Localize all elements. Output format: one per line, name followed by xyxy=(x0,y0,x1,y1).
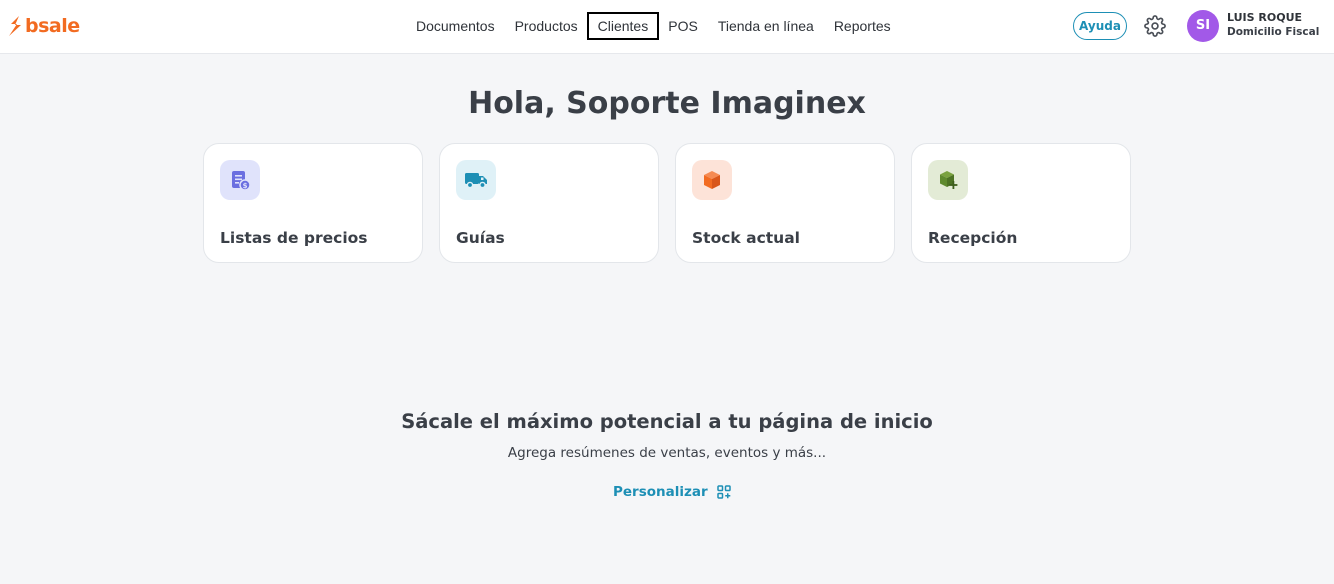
personalize-link[interactable]: Personalizar xyxy=(613,482,731,502)
bsale-logo[interactable]: bsale xyxy=(7,13,80,39)
user-name: LUIS ROQUE xyxy=(1227,11,1303,24)
promo-title: Sácale el máximo potencial a tu página d… xyxy=(401,410,933,433)
main-nav: Documentos Productos Clientes POS Tienda… xyxy=(406,12,901,40)
box-icon xyxy=(692,160,732,200)
user-avatar[interactable]: SI xyxy=(1187,10,1219,42)
shortcut-cards: $ Listas de precios Guías Stock actual R… xyxy=(203,143,1131,263)
bsale-bolt-icon xyxy=(9,16,21,36)
shortcut-label: Listas de precios xyxy=(220,229,368,247)
gear-icon[interactable] xyxy=(1144,15,1166,37)
nav-clientes[interactable]: Clientes xyxy=(586,12,660,40)
svg-text:$: $ xyxy=(243,182,248,190)
shortcut-card-guias[interactable]: Guías xyxy=(439,143,659,263)
nav-documentos[interactable]: Documentos xyxy=(406,12,505,40)
price-list-icon: $ xyxy=(220,160,260,200)
delivery-truck-icon xyxy=(456,160,496,200)
nav-tienda-en-linea[interactable]: Tienda en línea xyxy=(708,12,824,40)
grid-add-icon xyxy=(716,485,731,499)
shortcut-card-stock-actual[interactable]: Stock actual xyxy=(675,143,895,263)
shortcut-label: Stock actual xyxy=(692,229,800,247)
brand-name: bsale xyxy=(25,15,80,37)
nav-pos[interactable]: POS xyxy=(658,12,708,40)
page-greeting: Hola, Soporte Imaginex xyxy=(468,86,866,121)
box-add-icon xyxy=(928,160,968,200)
personalize-label: Personalizar xyxy=(613,484,708,500)
nav-reportes[interactable]: Reportes xyxy=(824,12,901,40)
shortcut-label: Guías xyxy=(456,229,505,247)
shortcut-label: Recepción xyxy=(928,229,1018,247)
shortcut-card-listas-de-precios[interactable]: $ Listas de precios xyxy=(203,143,423,263)
shortcut-card-recepcion[interactable]: Recepción xyxy=(911,143,1131,263)
user-branch: Domicilio Fiscal xyxy=(1227,26,1320,38)
top-bar: bsale Documentos Productos Clientes POS … xyxy=(0,0,1334,54)
user-info[interactable]: LUIS ROQUE Domicilio Fiscal xyxy=(1227,10,1331,40)
help-button[interactable]: Ayuda xyxy=(1073,12,1127,40)
nav-productos[interactable]: Productos xyxy=(505,12,588,40)
promo-subtitle: Agrega resúmenes de ventas, eventos y má… xyxy=(507,445,827,461)
